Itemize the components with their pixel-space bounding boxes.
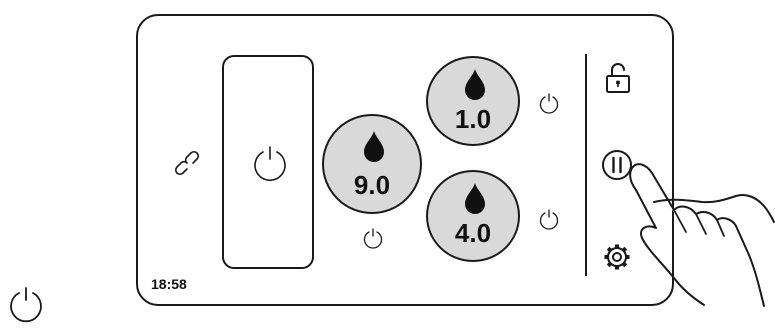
- link-icon: [174, 150, 200, 176]
- bridge-zones-button[interactable]: [172, 148, 208, 184]
- main-power-button[interactable]: [6, 285, 46, 325]
- power-icon: [539, 209, 559, 230]
- burner-level: 1.0: [454, 104, 492, 134]
- burner-left-power-button[interactable]: [362, 227, 384, 249]
- lock-button[interactable]: [603, 61, 633, 95]
- power-icon: [539, 93, 559, 114]
- burner-left[interactable]: 9.0: [322, 114, 422, 214]
- zone-power-button[interactable]: [250, 143, 290, 183]
- burner-level: 4.0: [454, 218, 492, 248]
- unlock-icon: [606, 63, 630, 93]
- power-icon: [363, 228, 383, 249]
- hand-pointer: [629, 163, 775, 307]
- clock-time: 18:58: [151, 276, 187, 292]
- burner-level: 9.0: [353, 170, 391, 200]
- burner-bottom-right-power-button[interactable]: [538, 208, 560, 230]
- flame-drop-icon: [465, 69, 485, 100]
- burner-top-right[interactable]: 1.0: [426, 56, 520, 146]
- hand-pointer-illustration: [614, 150, 775, 310]
- power-icon: [10, 287, 42, 323]
- flame-drop-icon: [465, 183, 485, 214]
- burner-top-right-power-button[interactable]: [538, 92, 560, 114]
- sidebar-divider: [585, 54, 587, 276]
- flame-drop-icon: [364, 131, 384, 162]
- power-icon: [254, 146, 286, 181]
- flex-cooking-zone[interactable]: [222, 55, 314, 269]
- burner-bottom-right[interactable]: 4.0: [426, 170, 520, 262]
